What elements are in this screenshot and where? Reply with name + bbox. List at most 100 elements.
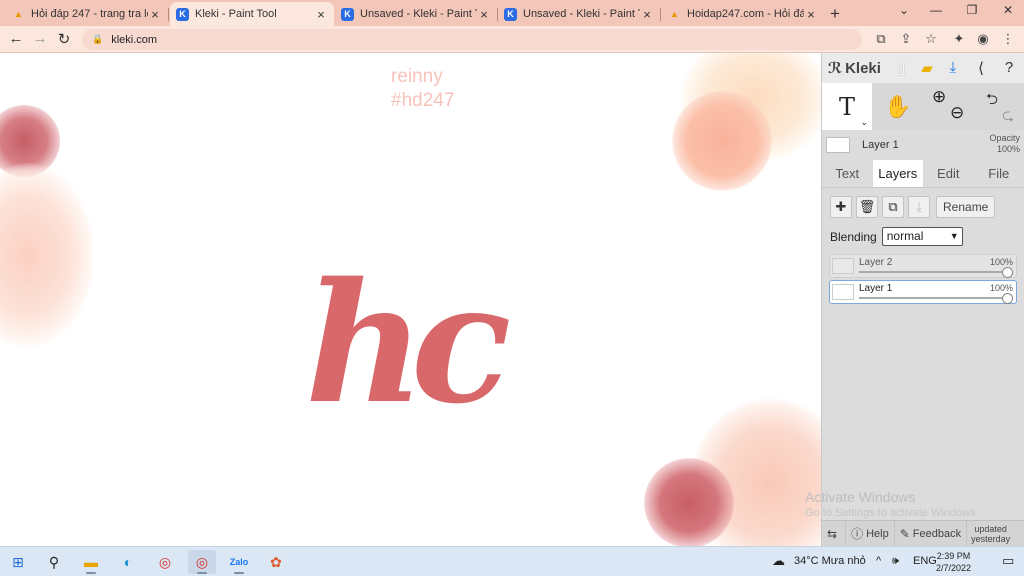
- watermark-line-2: #hd247: [391, 90, 455, 111]
- kleki-logo[interactable]: ℛ Kleki: [828, 59, 881, 78]
- kleki-side-panel: ℛ Kleki ▯ ▰ ⤓ ⟨ ? T ⌄ ✋ ⊕ ⊖ ⮌ ⮎ Layer 1 O…: [821, 53, 1024, 547]
- tab-layers[interactable]: Layers: [872, 160, 923, 187]
- back-icon[interactable]: ←: [7, 30, 25, 47]
- bookmark-star-icon[interactable]: ☆: [922, 31, 940, 47]
- new-tab-icon[interactable]: +: [830, 4, 840, 24]
- help-button[interactable]: ⓘ Help: [846, 520, 895, 547]
- close-window-icon[interactable]: ✕: [996, 3, 1020, 17]
- tab-kleki-active[interactable]: K Kleki - Paint Tool ×: [170, 2, 334, 26]
- updated-info: updated yesterday: [967, 524, 1010, 544]
- file-explorer-icon[interactable]: ▬: [77, 550, 105, 574]
- close-tab-icon[interactable]: ×: [477, 7, 491, 22]
- help-icon[interactable]: ?: [1000, 59, 1018, 76]
- chevron-down-icon[interactable]: ⌄: [860, 117, 868, 128]
- blending-select[interactable]: normal ▼: [881, 227, 963, 246]
- chrome-icon[interactable]: ◎: [151, 550, 179, 574]
- tab-hoidap-1[interactable]: ▲ Hỏi đáp 247 - trang tra loi ×: [6, 2, 169, 26]
- layer-item-layer-2[interactable]: Layer 2 100%: [829, 254, 1017, 278]
- layer-opacity-slider-handle[interactable]: [1002, 293, 1013, 304]
- share-icon[interactable]: ⇪: [897, 31, 915, 47]
- opacity-label: Opacity: [989, 133, 1020, 143]
- trash-icon: 🗑: [858, 199, 876, 214]
- translate-icon[interactable]: ⧉: [872, 31, 890, 47]
- extensions-icon[interactable]: ✦: [950, 31, 968, 47]
- layer-opacity-track[interactable]: [859, 271, 1008, 273]
- redo-icon[interactable]: ⮎: [1002, 105, 1014, 130]
- tab-file[interactable]: File: [974, 160, 1024, 187]
- download-icon[interactable]: ⤓: [944, 59, 962, 76]
- plus-icon: ✚: [835, 199, 847, 214]
- notification-icon[interactable]: ▭: [1002, 553, 1014, 569]
- search-icon[interactable]: ⚲: [40, 550, 68, 574]
- tab-unsaved-kleki-2[interactable]: K Unsaved - Kleki - Paint Tool ×: [498, 2, 661, 26]
- hoidap-favicon-icon: ▲: [670, 9, 679, 19]
- tab-text[interactable]: Text: [822, 160, 873, 187]
- tab-hoidap-2[interactable]: ▲ Hoidap247.com - Hỏi đáp or ×: [662, 2, 824, 26]
- zoom-buttons: ⊕ ⊖: [926, 83, 974, 130]
- minimize-icon[interactable]: —: [924, 3, 948, 17]
- watermark-line-1: reinny: [391, 66, 443, 87]
- undo-icon[interactable]: ⮌: [986, 89, 998, 114]
- zoom-out-icon[interactable]: ⊖: [950, 103, 964, 123]
- zoom-in-icon[interactable]: ⊕: [932, 87, 946, 107]
- url-field[interactable]: 🔒 kleki.com: [82, 29, 862, 50]
- layer-thumbnail: [826, 137, 850, 153]
- text-tool-button[interactable]: T ⌄: [822, 83, 872, 130]
- delete-layer-button[interactable]: 🗑: [856, 196, 878, 218]
- edge-icon[interactable]: ◐: [114, 550, 142, 574]
- close-tab-icon[interactable]: ×: [148, 7, 162, 22]
- layer-thumbnail: [832, 284, 854, 300]
- restore-icon[interactable]: ❐: [960, 3, 984, 17]
- drawing-canvas[interactable]: reinny #hd247 hc: [0, 53, 821, 546]
- chevron-up-icon[interactable]: ^: [876, 555, 881, 567]
- chrome-profile-icon[interactable]: ◎: [188, 550, 216, 574]
- language-indicator[interactable]: ENG: [913, 555, 937, 567]
- add-layer-button[interactable]: ✚: [830, 196, 852, 218]
- profile-avatar-icon[interactable]: ◉: [974, 31, 992, 47]
- help-circle-icon: ⓘ: [851, 527, 864, 541]
- tab-title: Hỏi đáp 247 - trang tra loi: [31, 8, 148, 20]
- taskbar-clock[interactable]: 2:39 PM 2/7/2022: [936, 550, 971, 574]
- watermark-text: reinny #hd247: [391, 65, 454, 113]
- open-folder-icon[interactable]: ▰: [918, 59, 936, 77]
- feedback-button[interactable]: ✎ Feedback: [895, 520, 968, 547]
- share-icon[interactable]: ⟨: [972, 59, 990, 77]
- windows-start-icon[interactable]: ⊞: [4, 550, 32, 574]
- kleki-favicon-icon: K: [504, 7, 517, 21]
- activate-windows-subtitle: Go to Settings to activate Windows.: [805, 507, 979, 519]
- clock-date: 2/7/2022: [936, 563, 972, 573]
- kleki-logo-icon: ℛ: [828, 60, 843, 77]
- weather-text[interactable]: 34°C Mưa nhỏ: [794, 555, 866, 567]
- brush-blob: [0, 163, 95, 348]
- brush-blob: [644, 458, 734, 546]
- close-tab-icon[interactable]: ×: [804, 7, 818, 22]
- duplicate-layer-button[interactable]: ⧉: [882, 196, 904, 218]
- tab-title: Unsaved - Kleki - Paint Tool: [523, 8, 640, 20]
- merge-down-button[interactable]: ⤓: [908, 196, 930, 218]
- zalo-icon[interactable]: Zalo: [225, 550, 253, 574]
- layer-opacity-track[interactable]: [859, 297, 1008, 299]
- volume-icon[interactable]: 🕪: [892, 555, 899, 568]
- layer-opacity-slider-handle[interactable]: [1002, 267, 1013, 278]
- hand-tool-button[interactable]: ✋: [874, 83, 922, 130]
- layer-name: Layer 2: [859, 257, 893, 268]
- paint-app-icon[interactable]: ✿: [262, 550, 290, 574]
- forward-icon[interactable]: →: [31, 30, 49, 47]
- tab-title: Unsaved - Kleki - Paint Tool: [360, 8, 477, 20]
- hand-icon: ✋: [884, 93, 912, 119]
- tab-search-chevron-icon[interactable]: ⌄: [892, 3, 916, 17]
- close-tab-icon[interactable]: ×: [640, 7, 654, 22]
- tab-unsaved-kleki-1[interactable]: K Unsaved - Kleki - Paint Tool ×: [335, 2, 498, 26]
- tab-title: Kleki - Paint Tool: [195, 8, 277, 20]
- current-layer-row[interactable]: Layer 1 Opacity 100%: [822, 130, 1024, 160]
- rename-button[interactable]: Rename: [936, 196, 996, 218]
- swap-side-button[interactable]: ⇆: [822, 520, 847, 547]
- reload-icon[interactable]: ↻: [55, 30, 73, 48]
- tab-edit[interactable]: Edit: [923, 160, 974, 187]
- close-tab-icon[interactable]: ×: [314, 7, 328, 22]
- weather-icon: ☁: [772, 553, 785, 568]
- browser-menu-icon[interactable]: ⋮: [999, 31, 1017, 47]
- layer-opacity: 100%: [989, 257, 1013, 267]
- layer-item-layer-1[interactable]: Layer 1 100%: [829, 280, 1017, 304]
- new-image-icon[interactable]: ▯: [892, 59, 910, 77]
